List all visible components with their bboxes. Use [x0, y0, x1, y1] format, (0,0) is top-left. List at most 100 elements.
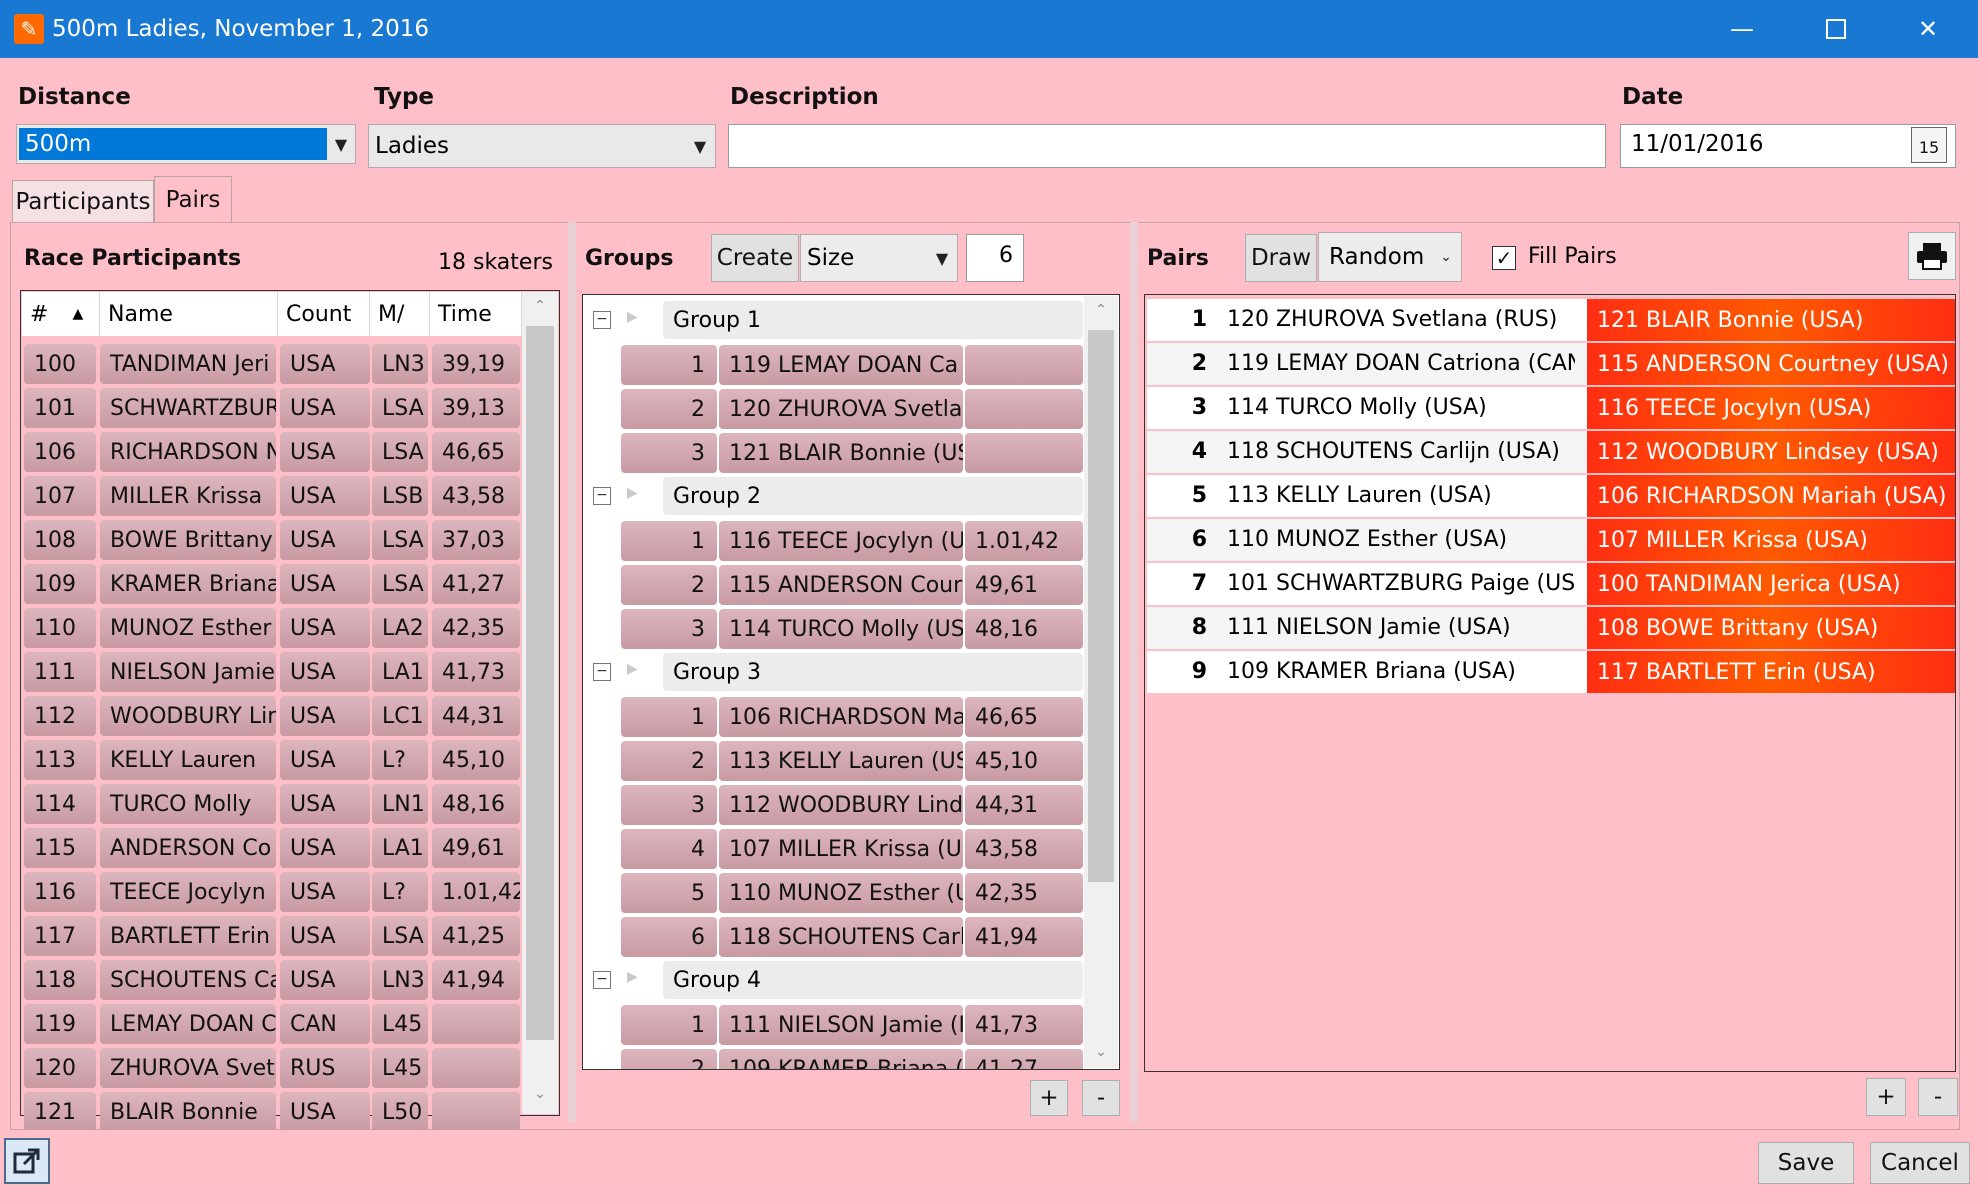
col-header-time[interactable]: Time: [430, 292, 522, 336]
participant-category[interactable]: LA1: [372, 828, 428, 868]
group-header[interactable]: Group 3: [663, 653, 1083, 691]
participant-country[interactable]: USA: [280, 916, 370, 956]
tab-pairs[interactable]: Pairs: [154, 176, 232, 222]
participant-number[interactable]: 116: [24, 872, 96, 912]
participant-category[interactable]: L45: [372, 1048, 428, 1088]
participant-name[interactable]: SCHWARTZBUR: [100, 388, 276, 428]
participant-time[interactable]: 45,10: [432, 740, 520, 780]
participant-number[interactable]: 117: [24, 916, 96, 956]
col-header-category[interactable]: M/: [370, 292, 430, 336]
participant-name[interactable]: BLAIR Bonnie: [100, 1092, 276, 1132]
calendar-icon[interactable]: 15: [1911, 127, 1947, 163]
participant-number[interactable]: 121: [24, 1092, 96, 1132]
participant-name[interactable]: NIELSON Jamie: [100, 652, 276, 692]
tab-participants[interactable]: Participants: [12, 180, 154, 222]
participant-time[interactable]: 41,94: [432, 960, 520, 1000]
group-member-name[interactable]: 116 TEECE Jocylyn (U:: [719, 521, 963, 561]
draw-pairs-button[interactable]: Draw: [1245, 234, 1317, 282]
participant-number[interactable]: 106: [24, 432, 96, 472]
participant-number[interactable]: 108: [24, 520, 96, 560]
participant-time[interactable]: [432, 1092, 520, 1132]
participant-number[interactable]: 107: [24, 476, 96, 516]
participant-country[interactable]: USA: [280, 696, 370, 736]
participant-number[interactable]: 120: [24, 1048, 96, 1088]
groups-scroll-thumb[interactable]: [1088, 330, 1114, 882]
pair-inner-skater[interactable]: 109 KRAMER Briana (USA): [1227, 659, 1575, 684]
fill-pairs-checkbox[interactable]: ✓: [1492, 246, 1516, 270]
col-header-country[interactable]: Count: [278, 292, 370, 336]
participant-time[interactable]: 41,25: [432, 916, 520, 956]
group-member-position[interactable]: 1: [621, 1005, 717, 1045]
group-member-name[interactable]: 118 SCHOUTENS Carl: [719, 917, 963, 957]
pair-inner-skater[interactable]: 119 LEMAY DOAN Catriona (CAN: [1227, 351, 1575, 376]
pair-outer-skater[interactable]: 117 BARTLETT Erin (USA): [1587, 651, 1955, 693]
cancel-button[interactable]: Cancel: [1870, 1142, 1970, 1184]
save-button[interactable]: Save: [1758, 1142, 1854, 1184]
group-member-time[interactable]: [965, 345, 1083, 385]
group-member-name[interactable]: 111 NIELSON Jamie (I: [719, 1005, 963, 1045]
group-member-time[interactable]: 41,27: [965, 1049, 1083, 1069]
create-groups-button[interactable]: Create: [711, 234, 799, 282]
participant-name[interactable]: TURCO Molly: [100, 784, 276, 824]
participant-time[interactable]: 42,35: [432, 608, 520, 648]
participant-country[interactable]: RUS: [280, 1048, 370, 1088]
participant-category[interactable]: L?: [372, 872, 428, 912]
participant-time[interactable]: 39,13: [432, 388, 520, 428]
pair-inner-skater[interactable]: 118 SCHOUTENS Carlijn (USA): [1227, 439, 1575, 464]
group-member-position[interactable]: 6: [621, 917, 717, 957]
participant-time[interactable]: 41,73: [432, 652, 520, 692]
splitter-right[interactable]: [1130, 222, 1138, 1122]
scroll-down-icon[interactable]: ⌄: [527, 1086, 553, 1102]
participant-category[interactable]: L45: [372, 1004, 428, 1044]
group-header[interactable]: Group 2: [663, 477, 1083, 515]
participant-category[interactable]: LSA: [372, 916, 428, 956]
participant-name[interactable]: MUNOZ Esther: [100, 608, 276, 648]
splitter-left[interactable]: [568, 222, 576, 1122]
scroll-up-icon[interactable]: ⌃: [1088, 302, 1114, 318]
group-size-input[interactable]: 6: [966, 234, 1024, 282]
participant-category[interactable]: LSA: [372, 564, 428, 604]
date-field[interactable]: 11/01/2016 15: [1620, 124, 1956, 168]
group-member-time[interactable]: 44,31: [965, 785, 1083, 825]
pair-inner-skater[interactable]: 113 KELLY Lauren (USA): [1227, 483, 1575, 508]
group-member-name[interactable]: 120 ZHUROVA Svetlar: [719, 389, 963, 429]
participant-country[interactable]: USA: [280, 960, 370, 1000]
group-member-position[interactable]: 4: [621, 829, 717, 869]
participant-country[interactable]: USA: [280, 740, 370, 780]
group-member-name[interactable]: 119 LEMAY DOAN Ca: [719, 345, 963, 385]
participant-country[interactable]: USA: [280, 388, 370, 428]
participant-time[interactable]: 49,61: [432, 828, 520, 868]
pair-outer-skater[interactable]: 106 RICHARDSON Mariah (USA): [1587, 475, 1955, 517]
scroll-up-icon[interactable]: ⌃: [527, 298, 553, 314]
participant-category[interactable]: LSB: [372, 476, 428, 516]
scroll-down-icon[interactable]: ⌄: [1088, 1044, 1114, 1060]
participant-country[interactable]: USA: [280, 344, 370, 384]
participant-country[interactable]: USA: [280, 828, 370, 868]
group-member-time[interactable]: [965, 389, 1083, 429]
participant-name[interactable]: ANDERSON Co: [100, 828, 276, 868]
group-member-time[interactable]: 46,65: [965, 697, 1083, 737]
participant-country[interactable]: USA: [280, 652, 370, 692]
group-member-position[interactable]: 2: [621, 741, 717, 781]
participant-time[interactable]: [432, 1048, 520, 1088]
participant-name[interactable]: KELLY Lauren: [100, 740, 276, 780]
participant-category[interactable]: LSA: [372, 432, 428, 472]
group-member-time[interactable]: 41,94: [965, 917, 1083, 957]
participant-country[interactable]: CAN: [280, 1004, 370, 1044]
participant-name[interactable]: ZHUROVA Svetl: [100, 1048, 276, 1088]
participant-time[interactable]: 48,16: [432, 784, 520, 824]
group-member-position[interactable]: 3: [621, 609, 717, 649]
collapse-icon[interactable]: −: [593, 971, 611, 989]
draw-mode-select[interactable]: Random ⌄: [1318, 232, 1462, 282]
pair-outer-skater[interactable]: 116 TEECE Jocylyn (USA): [1587, 387, 1955, 429]
participant-country[interactable]: USA: [280, 784, 370, 824]
minimize-button[interactable]: —: [1696, 0, 1788, 58]
participant-time[interactable]: 46,65: [432, 432, 520, 472]
print-button[interactable]: [1908, 232, 1956, 280]
remove-pair-button[interactable]: -: [1918, 1078, 1958, 1116]
group-member-name[interactable]: 109 KRAMER Briana (I: [719, 1049, 963, 1069]
pair-outer-skater[interactable]: 108 BOWE Brittany (USA): [1587, 607, 1955, 649]
collapse-icon[interactable]: −: [593, 663, 611, 681]
participant-country[interactable]: USA: [280, 872, 370, 912]
participant-category[interactable]: L?: [372, 740, 428, 780]
